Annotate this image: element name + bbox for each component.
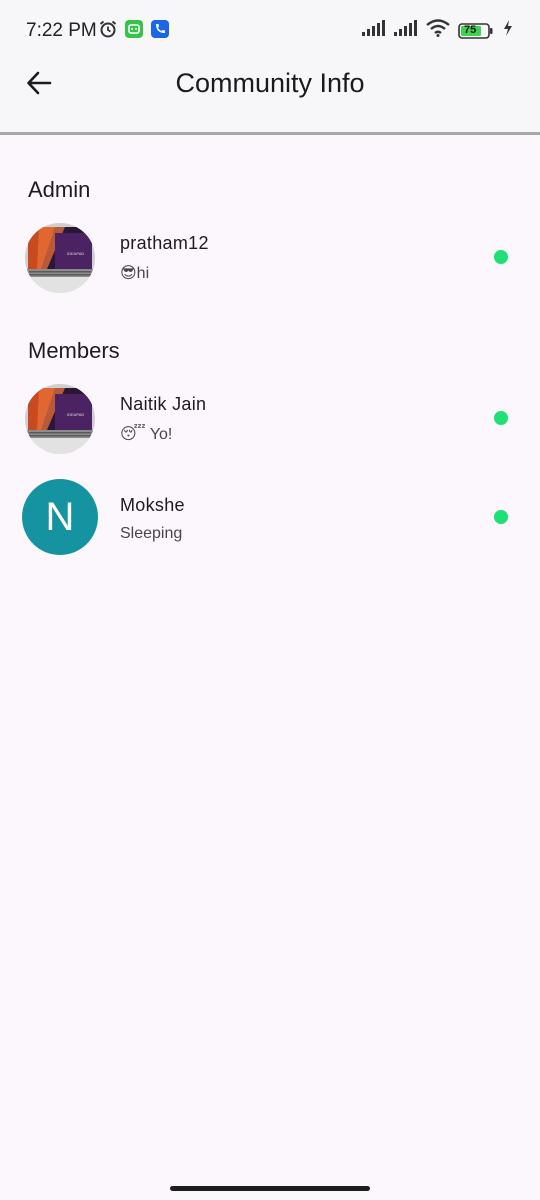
wifi-icon — [426, 19, 450, 42]
letter-avatar: N — [22, 479, 98, 555]
online-status-dot — [494, 510, 508, 524]
laptop-photo-icon: IDEAPAD — [25, 223, 95, 293]
app-bar: Community Info — [0, 60, 540, 135]
status-time: 7:22 PM — [26, 20, 97, 41]
member-row-naitik-jain[interactable]: IDEAPAD Naitik Jain 😴 Yo! — [0, 384, 540, 464]
svg-text:IDEAPAD: IDEAPAD — [67, 251, 84, 256]
status-right-icons: 75 — [362, 19, 514, 42]
charging-icon — [502, 19, 514, 42]
status-left-icons — [98, 19, 170, 39]
battery-level: 75 — [464, 23, 477, 36]
member-name: Mokshe — [120, 495, 185, 515]
signal-icon — [394, 19, 418, 42]
home-indicator[interactable] — [170, 1186, 370, 1191]
signal-icon — [362, 19, 386, 42]
member-status: 😴 Yo! — [120, 426, 173, 443]
android-app-icon — [124, 19, 144, 39]
member-row-pratham12[interactable]: IDEAPAD pratham12 😎hi — [0, 223, 540, 303]
alarm-icon — [98, 19, 118, 39]
laptop-photo-icon: IDEAPAD — [25, 384, 95, 454]
svg-text:IDEAPAD: IDEAPAD — [67, 412, 84, 417]
member-name: Naitik Jain — [120, 394, 207, 414]
avatar: IDEAPAD — [25, 384, 95, 454]
online-status-dot — [494, 250, 508, 264]
avatar: IDEAPAD — [25, 223, 95, 293]
online-status-dot — [494, 411, 508, 425]
status-bar: 7:22 PM 75 — [0, 0, 540, 60]
section-heading-members: Members — [28, 338, 120, 363]
battery-icon: 75 — [458, 22, 494, 40]
member-status: Sleeping — [120, 525, 183, 542]
page-title: Community Info — [175, 68, 365, 98]
phone-app-icon — [150, 19, 170, 39]
member-row-mokshe[interactable]: N Mokshe Sleeping — [0, 479, 540, 559]
member-name: pratham12 — [120, 233, 209, 253]
member-status: 😎hi — [120, 265, 150, 282]
section-heading-admin: Admin — [28, 177, 91, 202]
